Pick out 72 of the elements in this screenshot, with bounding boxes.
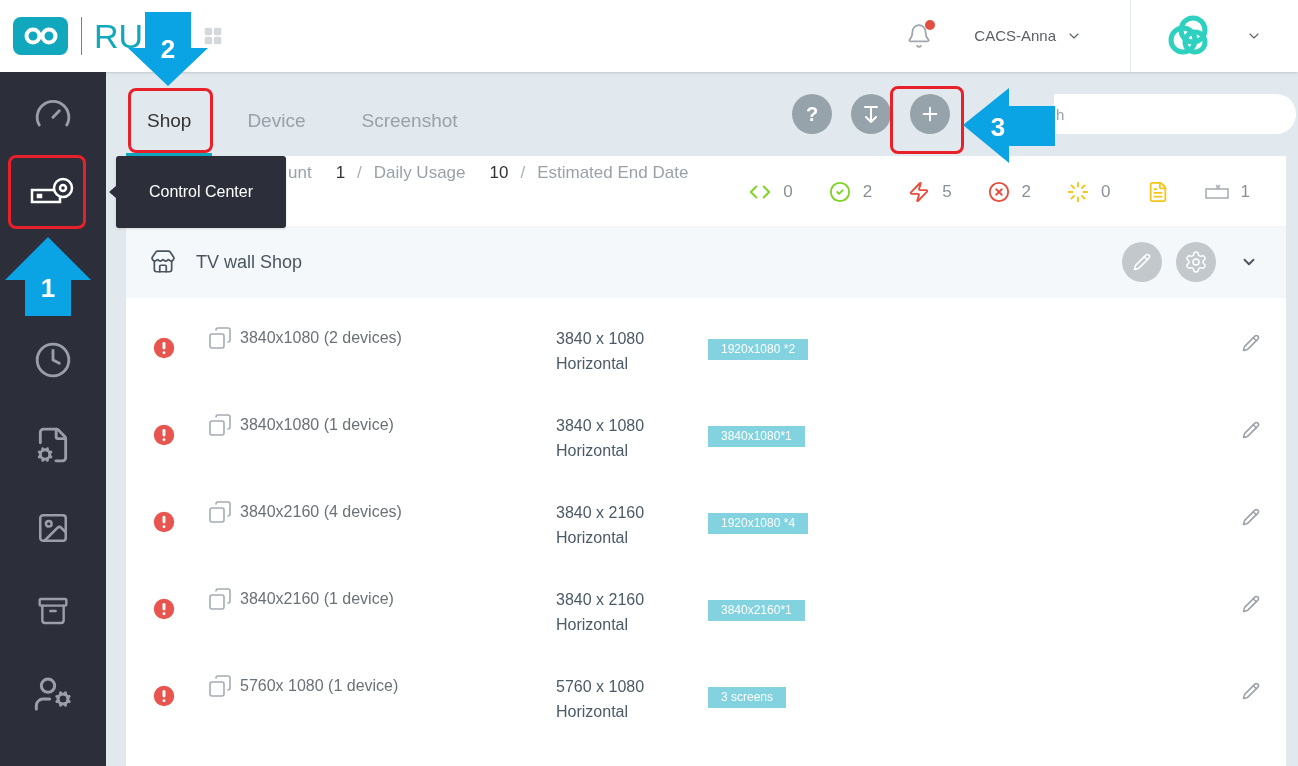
display-name: 3840x1080 (2 devices) (240, 328, 403, 348)
orientation: Horizontal (556, 528, 630, 548)
layout-tag: 1920x1080 *4 (708, 513, 809, 534)
device-cross-icon (1204, 184, 1229, 200)
cross-icon (987, 181, 1010, 203)
resolution: 3840 x 2160 (556, 590, 646, 610)
separator: / (357, 162, 362, 184)
status-count: 2 (1021, 181, 1032, 204)
layout-tag: 3840x1080*1 (708, 426, 805, 447)
add-button[interactable] (910, 94, 950, 134)
status-count: 5 (942, 181, 952, 204)
tooltip-text: Control Center (148, 182, 253, 202)
tab[interactable]: Device (226, 90, 327, 156)
check-icon (828, 181, 851, 203)
search-field[interactable]: h (1054, 94, 1296, 134)
orientation: Horizontal (556, 354, 630, 374)
tab[interactable]: Screenshot (340, 90, 479, 156)
store-icon (150, 249, 176, 275)
pencil-icon (1133, 253, 1151, 271)
edit-icon[interactable] (1242, 421, 1260, 439)
alert-icon (150, 334, 178, 362)
settings-icon (1184, 250, 1208, 274)
edit-icon[interactable] (1242, 334, 1260, 352)
summary-value: 10 (489, 162, 509, 184)
screens-icon (208, 500, 232, 524)
layout-tag: 1920x1080 *2 (708, 339, 809, 360)
left-arrow: 3 (963, 88, 1055, 163)
status-count: 0 (783, 181, 793, 204)
alert-icon (150, 682, 178, 710)
brand-name: RU (94, 19, 144, 53)
help-button[interactable]: ? (792, 94, 832, 134)
download-button[interactable] (851, 94, 891, 134)
summary-label: unt (288, 162, 312, 184)
orientation: Horizontal (556, 702, 630, 722)
alert-icon (150, 595, 178, 623)
edit-icon[interactable] (1242, 682, 1260, 700)
clock-icon[interactable] (34, 341, 72, 379)
up-arrow: 1 (5, 237, 91, 316)
alert-icon (150, 421, 178, 449)
alert-icon (150, 508, 178, 536)
orientation: Horizontal (556, 615, 630, 635)
screens-icon (208, 587, 232, 611)
logo-icon (13, 17, 68, 55)
resolution: 3840 x 1080 (556, 416, 646, 436)
edit-icon[interactable] (1242, 508, 1260, 526)
status-count: 1 (1240, 181, 1250, 204)
status-count: 2 (862, 181, 873, 204)
separator: / (520, 162, 526, 184)
display-name: 3840x1080 (1 device) (240, 415, 395, 435)
screens-icon (208, 674, 232, 698)
orientation: Horizontal (556, 441, 630, 461)
summary-label: Daily Usage (373, 162, 466, 184)
download-icon (864, 105, 878, 123)
resolution: 3840 x 2160 (556, 503, 646, 523)
display-name: 5760x 1080 (1 device) (240, 676, 400, 696)
display-name: 3840x2160 (4 devices) (240, 502, 403, 522)
summary-label: Estimated End Date (537, 162, 689, 184)
display-name: 3840x2160 (1 device) (240, 589, 395, 609)
group-title: TV wall Shop (196, 250, 303, 274)
screens-icon (208, 326, 232, 350)
spinner-icon (1067, 181, 1090, 203)
user-menu[interactable]: CACS-Anna (974, 24, 1082, 48)
resolution: 5760 x 1080 (556, 677, 646, 697)
layout-tag: 3 screens (708, 687, 787, 708)
status-count: 0 (1101, 181, 1111, 204)
lightning-icon (908, 181, 931, 203)
resolution: 3840 x 1080 (556, 329, 646, 349)
bell-icon[interactable] (906, 23, 933, 49)
screens-icon (208, 413, 232, 437)
edit-icon[interactable] (1242, 595, 1260, 613)
layout-tag: 3840x2160*1 (708, 600, 805, 621)
summary-value: 1 (335, 162, 346, 184)
